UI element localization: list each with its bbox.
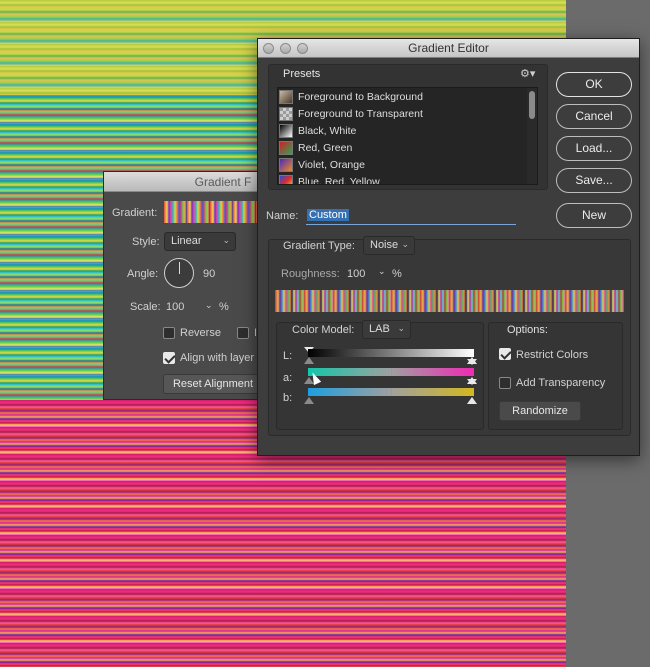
new-button[interactable]: New — [556, 203, 632, 228]
gradient-fill-dialog: Gradient F Gradient: Style: Linear ⌄ Ang… — [103, 171, 264, 400]
gear-icon[interactable]: ⚙▾ — [520, 67, 535, 80]
gradient-editor-titlebar: Gradient Editor — [258, 39, 639, 58]
scale-value[interactable]: 100 — [166, 301, 184, 313]
preset-swatch — [279, 157, 293, 172]
chevron-down-icon[interactable]: ⌄ — [205, 300, 213, 311]
gradient-type-dropdown[interactable]: Noise ⌄ — [363, 236, 415, 255]
cancel-button[interactable]: Cancel — [556, 104, 632, 129]
presets-scrollbar-thumb[interactable] — [529, 91, 535, 119]
save-button[interactable]: Save... — [556, 168, 632, 193]
restrict-colors-label: Restrict Colors — [516, 349, 589, 361]
style-dropdown[interactable]: Linear ⌄ — [164, 232, 236, 251]
angle-dial[interactable] — [164, 258, 194, 288]
b-channel-max-handle[interactable] — [467, 397, 477, 404]
chevron-down-icon: ⌄ — [397, 323, 405, 333]
align-checkbox[interactable] — [163, 352, 175, 364]
minimize-window-button[interactable] — [280, 43, 291, 54]
gradient-swatch[interactable] — [164, 201, 264, 223]
b-channel-min-handle[interactable] — [304, 397, 314, 404]
roughness-value[interactable]: 100 — [347, 268, 365, 280]
noise-gradient-preview — [275, 290, 624, 312]
preset-label: Red, Green — [298, 141, 353, 154]
preset-label: Violet, Orange — [298, 158, 365, 171]
add-transparency-label: Add Transparency — [516, 377, 606, 389]
ok-button[interactable]: OK — [556, 72, 632, 97]
gradient-type-label: Gradient Type: — [283, 240, 355, 252]
color-model-value: LAB — [369, 323, 390, 335]
l-channel-min-handle[interactable] — [304, 357, 314, 364]
name-label: Name: — [266, 210, 299, 222]
preset-red-green[interactable]: Red, Green — [278, 139, 537, 156]
presets-list[interactable]: Foreground to Background Foreground to T… — [277, 87, 538, 185]
preset-violet-orange[interactable]: Violet, Orange — [278, 156, 537, 173]
dialog-title: Gradient Editor — [408, 41, 489, 55]
color-model-dropdown[interactable]: LAB ⌄ — [362, 320, 411, 339]
chevron-down-icon: ⌄ — [401, 239, 409, 249]
chevron-down-icon: ⌄ — [222, 235, 230, 245]
reverse-label: Reverse — [180, 327, 221, 339]
presets-scrollbar[interactable] — [527, 88, 537, 184]
gradient-label: Gradient: — [112, 207, 158, 219]
a-channel-label: a: — [283, 372, 293, 384]
a-channel-top-handle[interactable] — [467, 359, 477, 365]
preset-swatch — [279, 174, 293, 184]
a-channel-midpoint — [391, 368, 392, 376]
angle-label: Angle: — [127, 268, 159, 280]
preset-foreground-to-transparent[interactable]: Foreground to Transparent — [278, 105, 537, 122]
preset-foreground-to-background[interactable]: Foreground to Background — [278, 88, 537, 105]
name-value: Custom — [307, 209, 349, 221]
l-channel-slider[interactable] — [308, 349, 474, 357]
l-channel-label: L: — [283, 350, 293, 362]
randomize-button[interactable]: Randomize — [499, 401, 581, 421]
align-label: Align with layer — [180, 352, 254, 364]
color-model-label: Color Model: — [292, 324, 355, 336]
roughness-label: Roughness: — [281, 268, 340, 280]
gradient-type-value: Noise — [370, 239, 399, 251]
preset-swatch — [279, 140, 293, 155]
options-label: Options: — [507, 324, 548, 336]
chevron-down-icon[interactable]: ⌄ — [378, 266, 386, 277]
dither-checkbox[interactable] — [237, 327, 249, 339]
restrict-colors-checkbox[interactable] — [499, 348, 511, 360]
gradient-editor-dialog: Gradient Editor Presets ⚙▾ Foreground to… — [257, 38, 640, 456]
name-field[interactable]: Custom — [306, 207, 516, 225]
preset-swatch — [279, 89, 293, 104]
presets-label: Presets — [283, 68, 321, 80]
add-transparency-checkbox[interactable] — [499, 377, 511, 389]
preset-black-white[interactable]: Black, White — [278, 122, 537, 139]
preset-label: Foreground to Background — [298, 90, 423, 103]
b-channel-top-handle[interactable] — [467, 379, 477, 385]
zoom-window-button[interactable] — [297, 43, 308, 54]
style-label: Style: — [132, 236, 160, 248]
preset-blue-red-yellow[interactable]: Blue, Red, Yellow — [278, 173, 537, 185]
scale-label: Scale: — [130, 301, 161, 313]
reset-alignment-button[interactable]: Reset Alignment — [163, 374, 263, 394]
close-window-button[interactable] — [263, 43, 274, 54]
scale-unit: % — [219, 301, 229, 313]
b-channel-midpoint — [391, 388, 392, 396]
roughness-unit: % — [392, 268, 402, 280]
load-button[interactable]: Load... — [556, 136, 632, 161]
b-channel-label: b: — [283, 392, 293, 404]
preset-swatch — [279, 123, 293, 138]
preset-label: Black, White — [298, 124, 357, 137]
preset-label: Blue, Red, Yellow — [298, 175, 380, 185]
preset-swatch — [279, 106, 293, 121]
style-value: Linear — [171, 235, 202, 247]
angle-value[interactable]: 90 — [203, 268, 215, 280]
preset-label: Foreground to Transparent — [298, 107, 423, 120]
gradient-fill-titlebar: Gradient F — [104, 172, 262, 192]
reverse-checkbox[interactable] — [163, 327, 175, 339]
